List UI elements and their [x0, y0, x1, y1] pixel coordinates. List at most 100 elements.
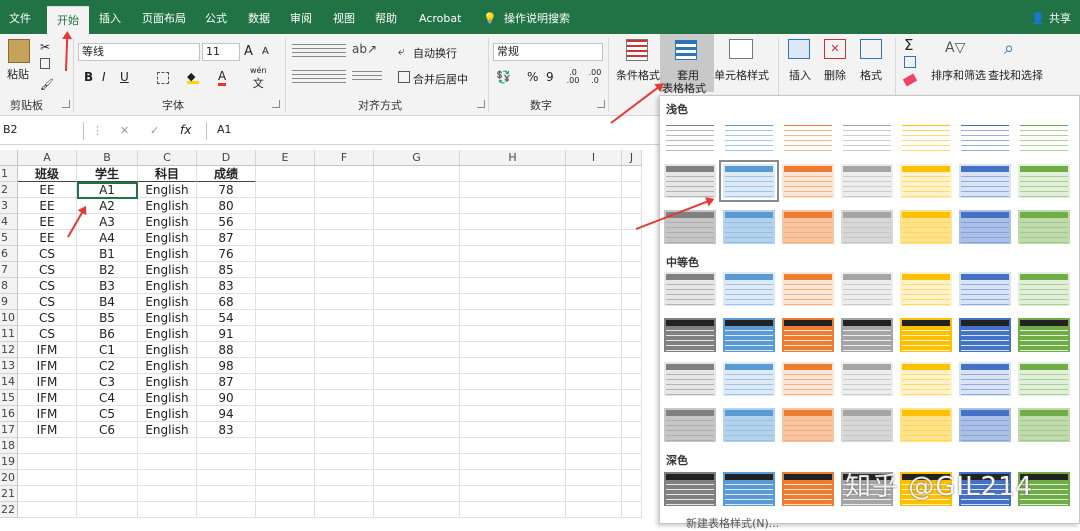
table-cell[interactable]: C1	[77, 342, 138, 358]
table-cell[interactable]	[374, 358, 460, 374]
table-cell[interactable]: English	[138, 294, 197, 310]
table-cell[interactable]: CS	[18, 310, 77, 326]
table-cell[interactable]	[374, 406, 460, 422]
table-cell[interactable]: B4	[77, 294, 138, 310]
table-cell[interactable]	[18, 470, 77, 486]
table-cell[interactable]: CS	[18, 294, 77, 310]
table-cell[interactable]	[460, 262, 566, 278]
table-cell[interactable]	[256, 182, 315, 198]
table-cell[interactable]	[77, 502, 138, 518]
table-cell[interactable]	[77, 454, 138, 470]
copy-icon[interactable]	[40, 58, 50, 69]
table-cell[interactable]	[374, 294, 460, 310]
font-size-combo[interactable]: 11	[202, 43, 240, 61]
table-cell[interactable]: C3	[77, 374, 138, 390]
table-cell[interactable]	[256, 262, 315, 278]
table-style-swatch[interactable]	[664, 362, 716, 396]
column-header-h[interactable]: H	[460, 150, 566, 166]
table-cell[interactable]: 88	[197, 342, 256, 358]
table-cell[interactable]: English	[138, 326, 197, 342]
table-cell[interactable]	[460, 214, 566, 230]
table-cell[interactable]	[622, 502, 642, 518]
table-cell[interactable]: A4	[77, 230, 138, 246]
tab-insert[interactable]: 插入	[99, 0, 121, 34]
table-cell[interactable]: English	[138, 278, 197, 294]
table-cell[interactable]	[138, 502, 197, 518]
table-style-swatch[interactable]	[900, 408, 952, 442]
table-cell[interactable]	[460, 358, 566, 374]
table-cell[interactable]	[460, 470, 566, 486]
table-cell[interactable]	[197, 438, 256, 454]
table-cell[interactable]	[315, 470, 374, 486]
table-cell[interactable]	[566, 310, 622, 326]
table-style-swatch[interactable]	[782, 272, 834, 306]
table-cell[interactable]: 98	[197, 358, 256, 374]
table-cell[interactable]: English	[138, 374, 197, 390]
table-cell[interactable]	[256, 406, 315, 422]
table-style-swatch[interactable]	[841, 408, 893, 442]
table-cell[interactable]	[622, 390, 642, 406]
table-style-swatch[interactable]	[1018, 318, 1070, 352]
worksheet-grid[interactable]: ABCDEFGHIJ 1 2 3 4 5 6 7 8 9 10 11 12 13 14 15 16 17 18 19…	[0, 150, 660, 524]
table-cell[interactable]: English	[138, 214, 197, 230]
table-cell[interactable]	[256, 358, 315, 374]
table-style-swatch[interactable]	[723, 118, 775, 152]
table-cell[interactable]	[566, 246, 622, 262]
column-header-f[interactable]: F	[315, 150, 374, 166]
table-cell[interactable]	[256, 374, 315, 390]
table-style-swatch[interactable]	[664, 118, 716, 152]
table-cell[interactable]	[315, 262, 374, 278]
decrease-decimal-button[interactable]: .00 .0	[588, 69, 602, 85]
table-style-swatch[interactable]	[664, 272, 716, 306]
font-color-button[interactable]: A	[218, 69, 227, 86]
table-style-swatch[interactable]	[664, 408, 716, 442]
column-header-g[interactable]: G	[374, 150, 460, 166]
enter-icon[interactable]: ✓	[150, 124, 159, 137]
increase-decimal-button[interactable]: .0 .00	[566, 69, 580, 85]
table-style-swatch[interactable]	[723, 210, 775, 244]
tab-view[interactable]: 视图	[333, 0, 355, 34]
table-cell[interactable]	[566, 486, 622, 502]
format-painter-icon[interactable]: 🖌	[40, 78, 54, 91]
table-cell[interactable]: 76	[197, 246, 256, 262]
column-header-a[interactable]: A	[18, 150, 77, 166]
table-style-swatch[interactable]	[664, 164, 716, 198]
row-header[interactable]: 11	[0, 326, 18, 342]
table-cell[interactable]	[374, 390, 460, 406]
tab-formulas[interactable]: 公式	[205, 0, 227, 34]
table-style-swatch[interactable]	[959, 164, 1011, 198]
table-cell[interactable]	[77, 486, 138, 502]
row-header[interactable]: 13	[0, 358, 18, 374]
table-cell[interactable]	[315, 182, 374, 198]
font-launcher-icon[interactable]	[272, 100, 280, 108]
table-style-swatch[interactable]	[900, 272, 952, 306]
table-cell[interactable]	[315, 454, 374, 470]
table-header-cell[interactable]: 学生	[77, 166, 138, 182]
table-cell[interactable]	[256, 278, 315, 294]
table-cell[interactable]: CS	[18, 278, 77, 294]
table-cell[interactable]	[256, 214, 315, 230]
table-header-cell[interactable]: 成绩	[197, 166, 256, 182]
row-header[interactable]: 15	[0, 390, 18, 406]
row-header[interactable]: 19	[0, 454, 18, 470]
delete-cells-icon[interactable]: ✕	[824, 39, 846, 59]
table-cell[interactable]	[138, 454, 197, 470]
table-cell[interactable]	[18, 502, 77, 518]
table-cell[interactable]	[374, 438, 460, 454]
table-cell[interactable]	[460, 374, 566, 390]
table-style-swatch[interactable]	[841, 164, 893, 198]
table-cell[interactable]	[566, 454, 622, 470]
table-cell[interactable]: B3	[77, 278, 138, 294]
table-cell[interactable]	[460, 246, 566, 262]
table-cell[interactable]	[460, 406, 566, 422]
table-cell[interactable]: EE	[18, 182, 77, 198]
column-header-b[interactable]: B	[77, 150, 138, 166]
column-header-i[interactable]: I	[566, 150, 622, 166]
table-style-swatch[interactable]	[782, 118, 834, 152]
table-cell[interactable]: C2	[77, 358, 138, 374]
table-style-swatch[interactable]	[959, 210, 1011, 244]
table-cell[interactable]	[566, 182, 622, 198]
number-launcher-icon[interactable]	[597, 100, 605, 108]
table-cell[interactable]	[460, 438, 566, 454]
table-cell[interactable]	[18, 438, 77, 454]
